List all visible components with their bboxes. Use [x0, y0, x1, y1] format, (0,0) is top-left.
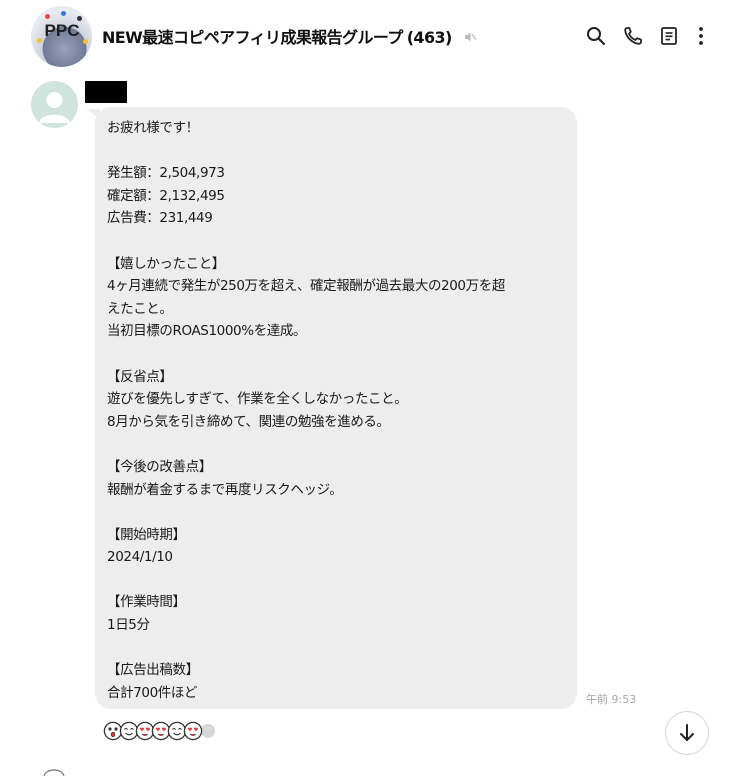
- message-line: 当初目標のROAS1000%を達成。: [107, 323, 307, 340]
- notes-icon[interactable]: [658, 25, 680, 47]
- message-line: [107, 569, 567, 592]
- phone-icon[interactable]: [622, 25, 644, 47]
- message-line: 遊びを優先しすぎて、作業を全くしなかったこと。: [107, 391, 408, 408]
- avatar-logo-text: PPC: [44, 21, 80, 40]
- member-count: (463): [406, 28, 453, 47]
- message-line: [107, 230, 567, 253]
- scroll-to-bottom-button[interactable]: [665, 711, 709, 755]
- message-timestamp: 午前 9:53: [586, 693, 637, 706]
- next-message-avatar-partial: [43, 769, 65, 776]
- message-line: 確定額：2,132,495: [107, 187, 225, 204]
- sender-name-redacted: [85, 81, 127, 103]
- heart-eyes-face-icon: [183, 721, 203, 741]
- avatar-decoration: [45, 14, 50, 19]
- group-name: NEW最速コピペアフィリ成果報告グループ: [102, 28, 403, 47]
- message-line: お疲れ様です！: [107, 120, 199, 136]
- message-line: 【開始時期】: [107, 526, 186, 543]
- message-text: お疲れ様です！ 発生額：2,504,973 確定額：2,132,495 広告費：231…: [107, 117, 567, 704]
- message-line: [107, 433, 567, 456]
- message-line: [107, 140, 567, 163]
- more-reactions-icon[interactable]: ···: [201, 724, 215, 738]
- message-line: 【嬉しかったこと】: [107, 255, 225, 272]
- message-line: 【作業時間】: [107, 594, 186, 611]
- message-line: 2024/1/10: [107, 549, 173, 566]
- message-line: [107, 637, 567, 660]
- default-user-icon: [39, 92, 70, 123]
- message-line: [107, 501, 567, 524]
- message-line: 【広告出稿数】: [107, 662, 199, 679]
- message-line: 8月から気を引き締めて、関連の勉強を進める。: [107, 413, 390, 430]
- message-line: [107, 343, 567, 366]
- message-line: 発生額：2,504,973: [107, 165, 225, 182]
- sender-avatar[interactable]: [31, 81, 78, 128]
- message-line: 【反省点】: [107, 368, 173, 385]
- message-line: えたこと。: [107, 300, 173, 317]
- group-title[interactable]: NEW最速コピペアフィリ成果報告グループ (463): [102, 24, 477, 48]
- message-line: 【今後の改善点】: [107, 458, 212, 475]
- avatar-decoration: [61, 11, 66, 16]
- group-avatar[interactable]: PPC: [31, 6, 92, 67]
- message-line: 1日5分: [107, 617, 150, 634]
- chat-header: PPC NEW最速コピペアフィリ成果報告グループ (463): [0, 0, 738, 72]
- more-vertical-icon[interactable]: [690, 25, 712, 47]
- speaker-muted-icon: [464, 32, 477, 42]
- search-icon[interactable]: [585, 25, 607, 47]
- message-line: 広告費：231,449: [107, 210, 213, 227]
- message-line: 合計700件ほど: [107, 684, 198, 701]
- message-line: 4ヶ月連続で発生が250万を超え、確定報酬が過去最大の200万を超: [107, 278, 505, 295]
- chevron-down-icon: [680, 724, 694, 741]
- message-line: 報酬が着金するまで再度リスクヘッジ。: [107, 481, 343, 498]
